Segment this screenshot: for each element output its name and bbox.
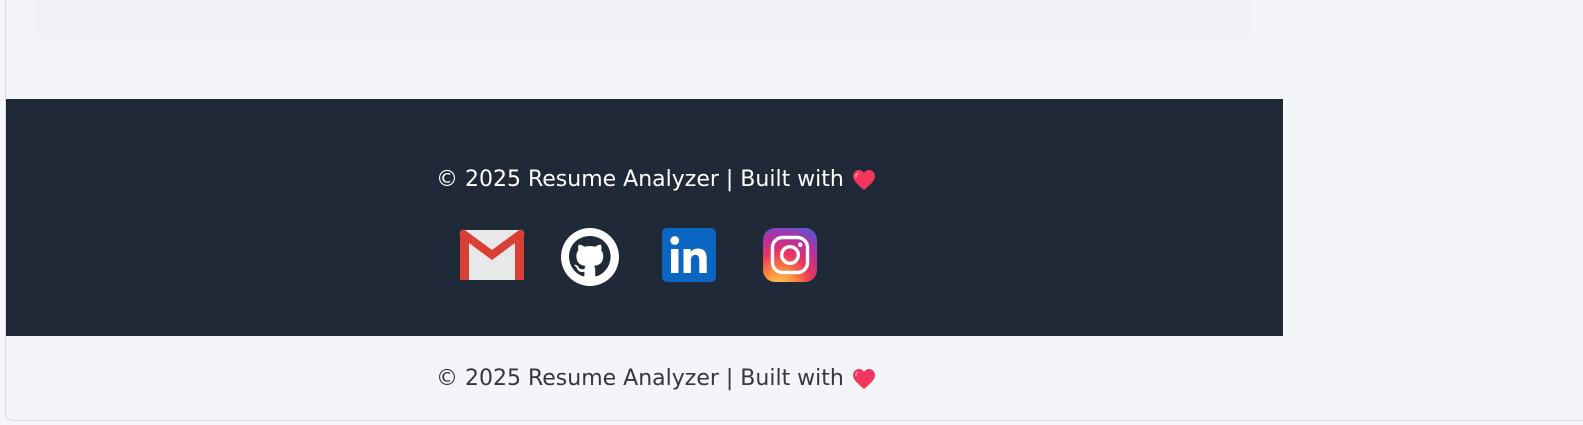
footer-copyright-text: © 2025 Resume Analyzer | Built with <box>436 167 844 192</box>
site-footer <box>6 99 1283 336</box>
linkedin-icon <box>661 227 727 283</box>
gmail-icon <box>459 227 525 283</box>
instagram-icon <box>762 227 828 283</box>
social-links <box>459 227 863 287</box>
gmail-link[interactable] <box>459 227 525 287</box>
bottom-copyright: © 2025 Resume Analyzer | Built with <box>436 366 876 391</box>
heart-icon <box>852 169 876 191</box>
instagram-link[interactable] <box>762 227 828 287</box>
linkedin-link[interactable] <box>661 227 727 287</box>
content-card <box>36 0 1253 40</box>
github-link[interactable] <box>560 227 626 287</box>
heart-icon <box>852 368 876 390</box>
github-icon <box>560 227 626 287</box>
footer-copyright: © 2025 Resume Analyzer | Built with <box>436 167 876 192</box>
bottom-copyright-text: © 2025 Resume Analyzer | Built with <box>436 366 844 391</box>
